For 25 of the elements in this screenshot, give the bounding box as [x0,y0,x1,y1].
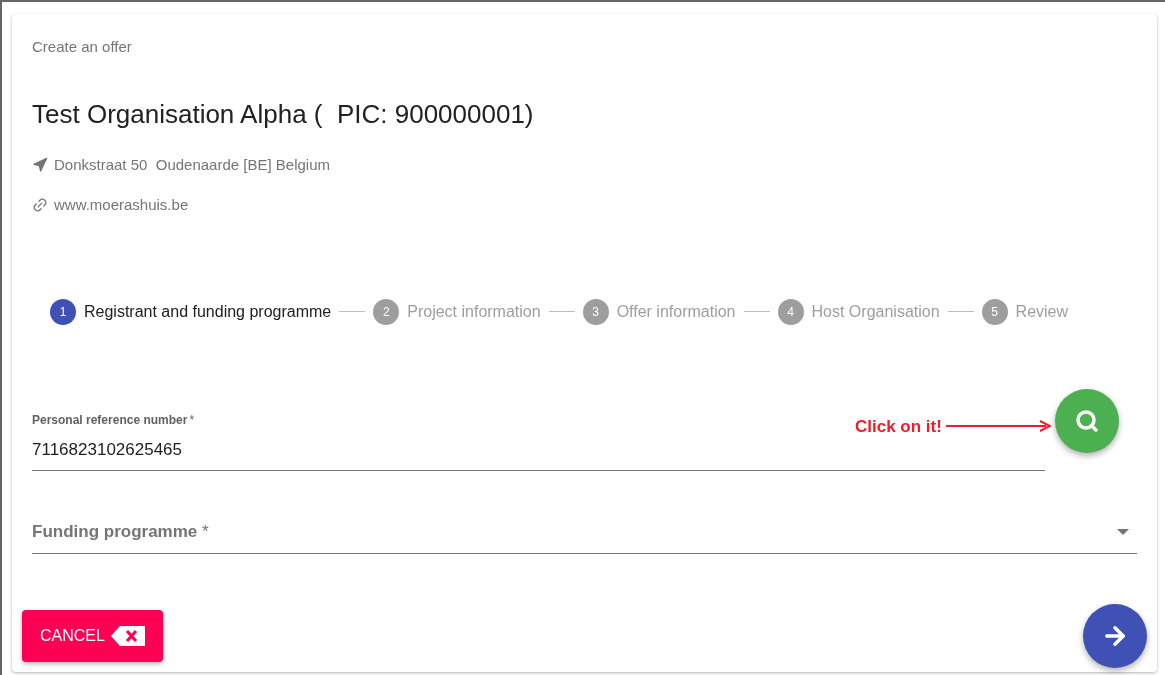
step-label[interactable]: Review [1015,299,1069,324]
step-number: 5 [981,298,1008,325]
address-text: Donkstraat 50 Oudenaarde [BE] Belgium [54,154,330,175]
step-label[interactable]: Registrant and funding programme [84,299,332,324]
backspace-icon [110,626,145,646]
step-number: 2 [373,298,400,325]
reference-input-field[interactable]: 7116823102625465 [32,436,1045,471]
step-label[interactable]: Offer information [616,299,736,324]
cancel-button[interactable]: CANCEL [22,610,163,662]
step-label[interactable]: Host Organisation [811,299,940,324]
field-label: Personal reference number * [32,411,195,429]
search-button[interactable] [1054,388,1119,453]
organisation-title: Test Organisation Alpha ( PIC: 900000001) [32,97,534,131]
step-number: 4 [777,298,804,325]
search-icon [1074,408,1099,433]
annotation-text: Click on it! [855,415,942,438]
step-label[interactable]: Project information [407,299,541,324]
location-icon [32,156,48,173]
website-link[interactable]: www.moerashuis.be [54,194,189,217]
dropdown-caret-icon [1117,528,1129,535]
step-number: 1 [50,298,76,325]
funding-select[interactable]: Funding programme * [32,519,1137,554]
next-button[interactable] [1083,604,1147,668]
step-number: 3 [582,298,609,325]
page-header: Create an offer [32,37,132,57]
